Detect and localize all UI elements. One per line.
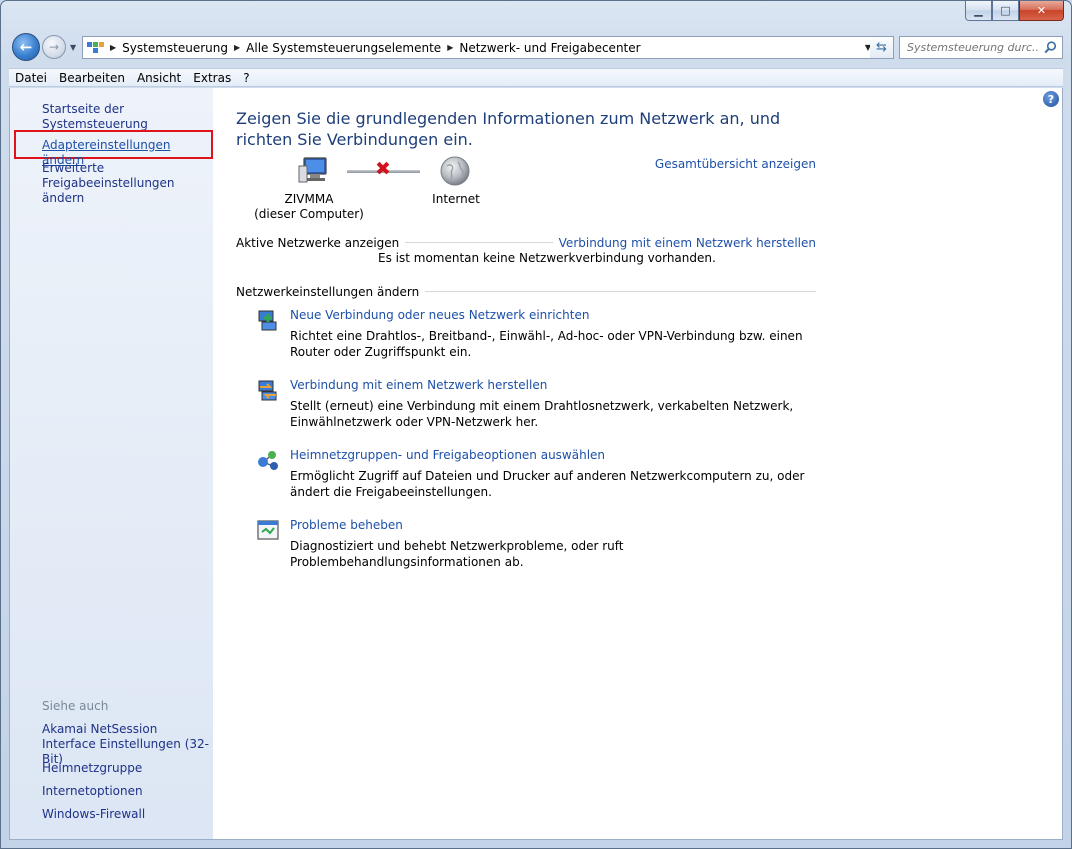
full-map-link[interactable]: Gesamtübersicht anzeigen: [655, 157, 816, 171]
content-area: Startseite der Systemsteuerung Adapterei…: [9, 88, 1063, 840]
menu-extras[interactable]: Extras: [187, 71, 237, 85]
task-title[interactable]: Neue Verbindung oder neues Netzwerk einr…: [290, 308, 589, 322]
connect-network-icon[interactable]: [256, 378, 280, 402]
menu-bearbeiten[interactable]: Bearbeiten: [53, 71, 131, 85]
task-description: Ermöglicht Zugriff auf Dateien und Druck…: [290, 469, 805, 499]
help-button[interactable]: ?: [1043, 91, 1059, 107]
task-description: Stellt (erneut) eine Verbindung mit eine…: [290, 399, 794, 429]
close-icon: ✕: [1036, 4, 1047, 17]
caption-buttons: ▁ □ ✕: [965, 1, 1064, 22]
back-button[interactable]: ←: [12, 33, 40, 61]
recent-pages-dropdown[interactable]: ▼: [70, 43, 76, 52]
network-settings-label: Netzwerkeinstellungen ändern: [236, 284, 420, 299]
sidebar-link-advanced-sharing[interactable]: Erweiterte Freigabeeinstellungen ändern: [42, 161, 212, 206]
sidebar: Startseite der Systemsteuerung Adapterei…: [10, 88, 213, 839]
close-button[interactable]: ✕: [1019, 1, 1064, 21]
menu-datei[interactable]: Datei: [9, 71, 53, 85]
task-title[interactable]: Probleme beheben: [290, 518, 403, 532]
globe-icon[interactable]: [439, 155, 471, 187]
active-networks-label: Aktive Netzwerke anzeigen: [236, 235, 400, 250]
sidebar-link-internet-options[interactable]: Internetoptionen: [42, 784, 143, 799]
computer-icon[interactable]: [298, 156, 330, 184]
maximize-button[interactable]: □: [992, 1, 1019, 21]
no-connection-message: Es ist momentan keine Netzwerkverbindung…: [378, 251, 716, 265]
window: ▁ □ ✕ ← → ▼ ▶ Systemsteuerung ▶ Alle Sys…: [0, 0, 1072, 849]
internet-label: Internet: [432, 192, 480, 206]
task-title[interactable]: Heimnetzgruppen- und Freigabeoptionen au…: [290, 448, 605, 462]
address-bar[interactable]: ▶ Systemsteuerung ▶ Alle Systemsteuerung…: [82, 36, 877, 59]
breadcrumb-alle-elemente[interactable]: Alle Systemsteuerungselemente: [246, 41, 441, 55]
menu-ansicht[interactable]: Ansicht: [131, 71, 187, 85]
computer-label: ZIVMMA (dieser Computer): [250, 192, 368, 222]
sidebar-link-homegroup[interactable]: Heimnetzgruppe: [42, 761, 142, 776]
forward-arrow-icon: →: [48, 40, 60, 54]
breadcrumb-systemsteuerung[interactable]: Systemsteuerung: [122, 41, 228, 55]
help-icon: ?: [1047, 92, 1055, 106]
minimize-icon: ▁: [974, 4, 983, 17]
network-settings-section: Netzwerkeinstellungen ändern: [236, 284, 816, 299]
computer-name: ZIVMMA: [284, 192, 334, 206]
sidebar-link-firewall[interactable]: Windows-Firewall: [42, 807, 145, 822]
connect-network-link[interactable]: Verbindung mit einem Netzwerk herstellen: [559, 236, 816, 250]
maximize-icon: □: [1000, 4, 1011, 17]
computer-subtitle: (dieser Computer): [254, 207, 364, 221]
sidebar-link-home[interactable]: Startseite der Systemsteuerung: [42, 102, 213, 132]
navigation-bar: ← → ▼ ▶ Systemsteuerung ▶ Alle Systemste…: [11, 31, 1063, 65]
page-title: Zeigen Sie die grundlegenden Information…: [236, 109, 781, 149]
new-connection-icon[interactable]: [256, 308, 280, 332]
section-divider: [405, 242, 553, 243]
back-arrow-icon: ←: [19, 38, 33, 56]
forward-button[interactable]: →: [42, 35, 66, 59]
troubleshoot-icon[interactable]: [256, 518, 280, 542]
control-panel-icon: [86, 40, 104, 56]
task-description: Diagnostiziert und behebt Netzwerkproble…: [290, 539, 624, 569]
minimize-button[interactable]: ▁: [965, 1, 992, 21]
breadcrumb-netzwerkcenter[interactable]: Netzwerk- und Freigabecenter: [459, 41, 640, 55]
search-icon[interactable]: [1044, 41, 1057, 54]
section-divider: [425, 291, 816, 292]
homegroup-icon[interactable]: [256, 448, 280, 472]
breadcrumb-separator[interactable]: ▶: [234, 43, 240, 52]
breadcrumb-separator[interactable]: ▶: [110, 43, 116, 52]
refresh-icon: ⇆: [876, 40, 887, 55]
no-connection-x-icon[interactable]: ✖: [375, 159, 391, 179]
breadcrumb-separator[interactable]: ▶: [447, 43, 453, 52]
search-box[interactable]: [899, 36, 1063, 59]
refresh-button[interactable]: ⇆: [870, 36, 894, 59]
see-also-heading: Siehe auch: [42, 699, 109, 713]
task-description: Richtet eine Drahtlos-, Breitband-, Einw…: [290, 329, 803, 359]
task-title[interactable]: Verbindung mit einem Netzwerk herstellen: [290, 378, 547, 392]
active-networks-section: Aktive Netzwerke anzeigen Verbindung mit…: [236, 235, 816, 250]
menu-bar: Datei Bearbeiten Ansicht Extras ?: [9, 68, 1063, 87]
search-input[interactable]: [907, 41, 1039, 54]
menu-help[interactable]: ?: [237, 71, 255, 85]
